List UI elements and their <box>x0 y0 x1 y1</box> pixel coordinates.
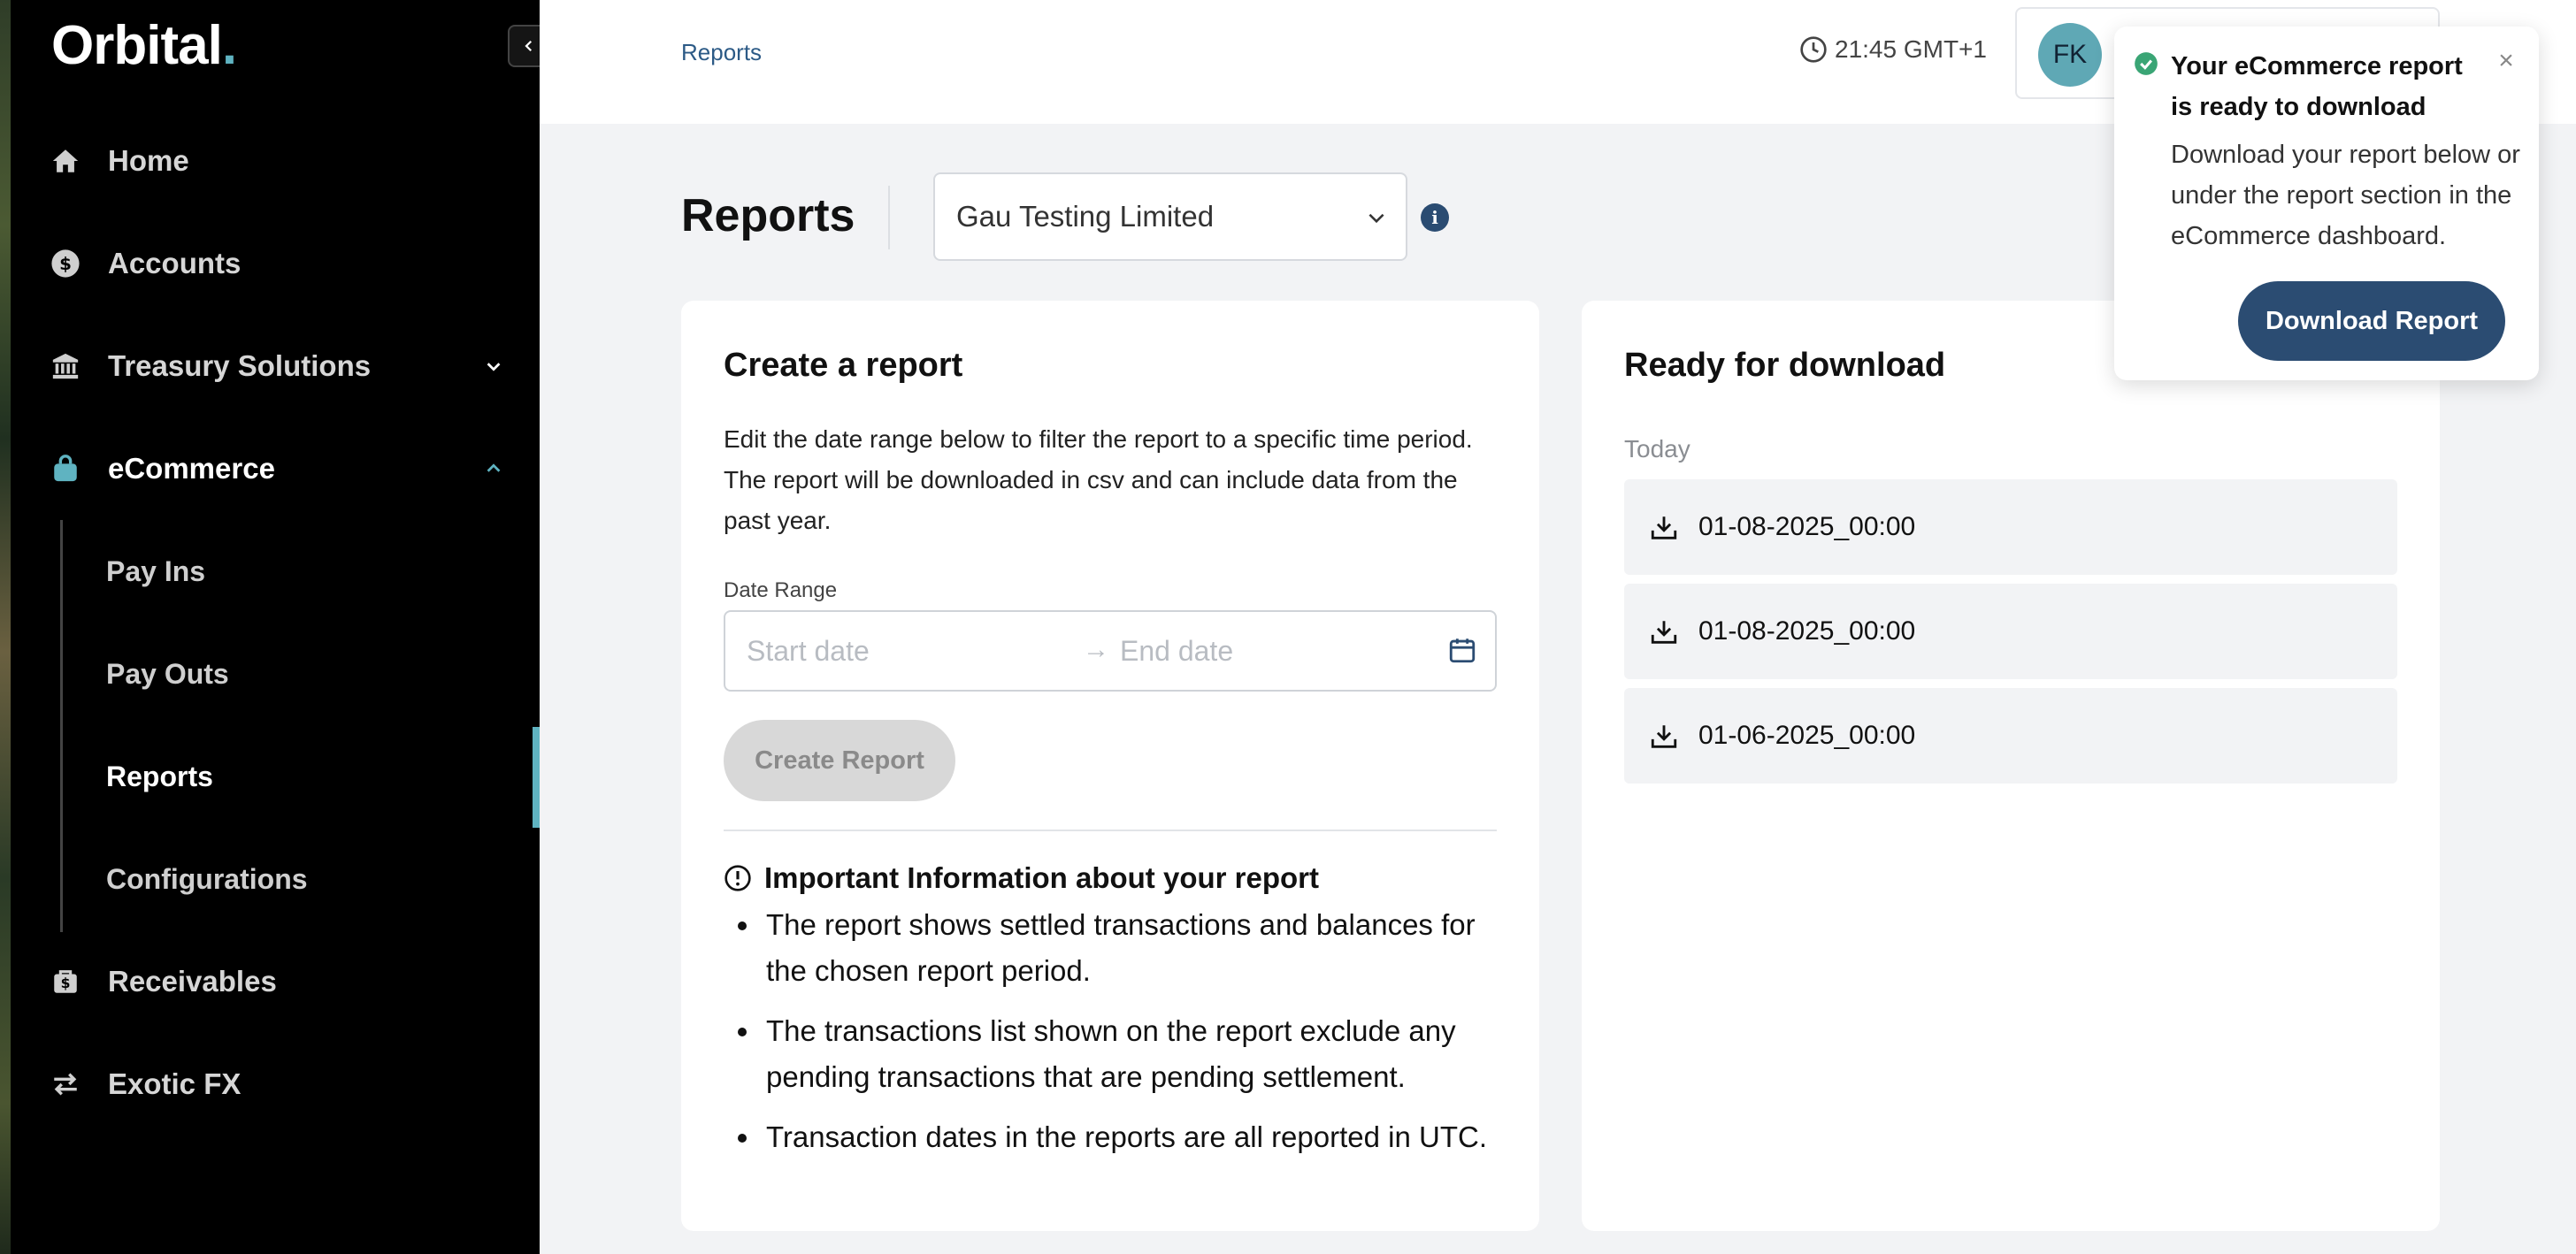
create-report-card: Create a report Edit the date range belo… <box>681 301 1539 1231</box>
svg-text:$: $ <box>59 254 72 274</box>
shopping-bag-icon <box>50 453 81 485</box>
sidebar-item-treasury-solutions[interactable]: Treasury Solutions <box>11 322 540 410</box>
sidebar-item-home[interactable]: Home <box>11 117 540 205</box>
title-divider <box>888 186 890 249</box>
download-file-name: 01-08-2025_00:00 <box>1698 512 1916 541</box>
create-report-title: Create a report <box>724 347 963 384</box>
toast-title: Your eCommerce report is ready to downlo… <box>2171 52 2463 121</box>
company-select[interactable]: Gau Testing Limited <box>933 172 1407 261</box>
bank-icon <box>50 350 81 382</box>
download-item[interactable]: 01-08-2025_00:00 <box>1624 584 2397 679</box>
logo[interactable]: Orbital. <box>51 14 237 77</box>
calendar-icon[interactable] <box>1447 635 1477 669</box>
sidebar-item-label: eCommerce <box>108 452 275 485</box>
end-date-field[interactable]: End date <box>1120 635 1233 668</box>
download-icon <box>1649 722 1679 756</box>
sidebar-item-ecommerce[interactable]: eCommerce <box>11 424 540 513</box>
sidebar: Orbital. Home $ Accounts Treasury Soluti… <box>11 0 540 1254</box>
sidebar-subitem-pay-outs[interactable]: Pay Outs <box>11 630 540 718</box>
sidebar-item-label: Exotic FX <box>108 1067 242 1100</box>
group-label-today: Today <box>1624 435 1690 463</box>
sidebar-item-receivables[interactable]: $ Receivables <box>11 937 540 1026</box>
download-file-name: 01-08-2025_00:00 <box>1698 616 1916 646</box>
dollar-coin-icon: $ <box>50 248 81 279</box>
download-icon <box>1649 513 1679 547</box>
important-info-heading: Important Information about your report <box>724 861 1319 895</box>
sidebar-item-label: Accounts <box>108 247 242 279</box>
date-range-label: Date Range <box>724 578 838 602</box>
download-item[interactable]: 01-08-2025_00:00 <box>1624 479 2397 575</box>
exchange-arrows-icon <box>50 1068 81 1100</box>
toast-body: Download your report below or under the … <box>2171 141 2520 250</box>
chevron-down-icon <box>1365 206 1388 233</box>
svg-text:$: $ <box>61 975 71 991</box>
sidebar-item-accounts[interactable]: $ Accounts <box>11 219 540 308</box>
clock-icon <box>1800 36 1827 63</box>
important-info-list: The report shows settled transactions an… <box>724 902 1511 1174</box>
ready-for-download-card: Ready for download Today 01-08-2025_00:0… <box>1582 301 2440 1231</box>
arrow-right-icon: → <box>1083 635 1109 664</box>
receivables-icon: $ <box>50 966 81 998</box>
sidebar-subitem-label: Configurations <box>106 862 308 895</box>
page-title: Reports <box>681 190 855 241</box>
sidebar-subitem-label: Pay Outs <box>106 657 229 690</box>
company-select-value: Gau Testing Limited <box>956 200 1215 233</box>
sidebar-item-label: Treasury Solutions <box>108 349 372 382</box>
download-report-button[interactable]: Download Report <box>2238 281 2505 361</box>
sidebar-subitem-label: Reports <box>106 760 213 792</box>
sidebar-subitem-label: Pay Ins <box>106 554 206 587</box>
active-indicator <box>533 727 540 828</box>
list-item: The report shows settled transactions an… <box>724 902 1511 994</box>
current-time: 21:45 GMT+1 <box>1835 35 1987 63</box>
close-icon[interactable]: × <box>2493 46 2519 75</box>
list-item: Transaction dates in the reports are all… <box>724 1114 1511 1160</box>
list-item: The transactions list shown on the repor… <box>724 1008 1511 1100</box>
create-report-button[interactable]: Create Report <box>724 720 955 801</box>
important-info-title: Important Information about your report <box>764 861 1319 894</box>
ready-title: Ready for download <box>1624 347 1946 384</box>
sidebar-subitem-reports[interactable]: Reports <box>11 732 540 821</box>
sidebar-item-label: Home <box>108 144 189 177</box>
chevron-up-icon[interactable] <box>481 456 506 481</box>
chevron-down-icon[interactable] <box>481 354 506 378</box>
sidebar-subitem-configurations[interactable]: Configurations <box>11 835 540 923</box>
report-ready-toast: Your eCommerce report is ready to downlo… <box>2114 27 2539 380</box>
alert-circle-icon <box>724 865 751 891</box>
logo-dot: . <box>221 15 237 76</box>
check-circle-icon <box>2134 51 2158 80</box>
create-report-description: Edit the date range below to filter the … <box>724 425 1473 534</box>
sidebar-item-exotic-fx[interactable]: Exotic FX <box>11 1040 540 1128</box>
sidebar-item-label: Receivables <box>108 965 277 998</box>
download-icon <box>1649 617 1679 652</box>
logo-text: Orbital <box>51 15 223 76</box>
download-item[interactable]: 01-06-2025_00:00 <box>1624 688 2397 784</box>
sidebar-subitem-pay-ins[interactable]: Pay Ins <box>11 527 540 616</box>
breadcrumb[interactable]: Reports <box>681 39 762 66</box>
background-strip <box>0 0 11 1254</box>
chevron-left-icon <box>525 40 533 52</box>
start-date-field[interactable]: Start date <box>747 635 870 668</box>
home-icon <box>50 145 81 177</box>
download-file-name: 01-06-2025_00:00 <box>1698 721 1916 750</box>
divider <box>724 830 1497 831</box>
avatar: FK <box>2038 23 2102 87</box>
date-range-input[interactable]: Start date → End date <box>724 610 1497 692</box>
info-icon[interactable]: i <box>1421 203 1449 232</box>
clock: 21:45 GMT+1 <box>1799 35 1987 64</box>
